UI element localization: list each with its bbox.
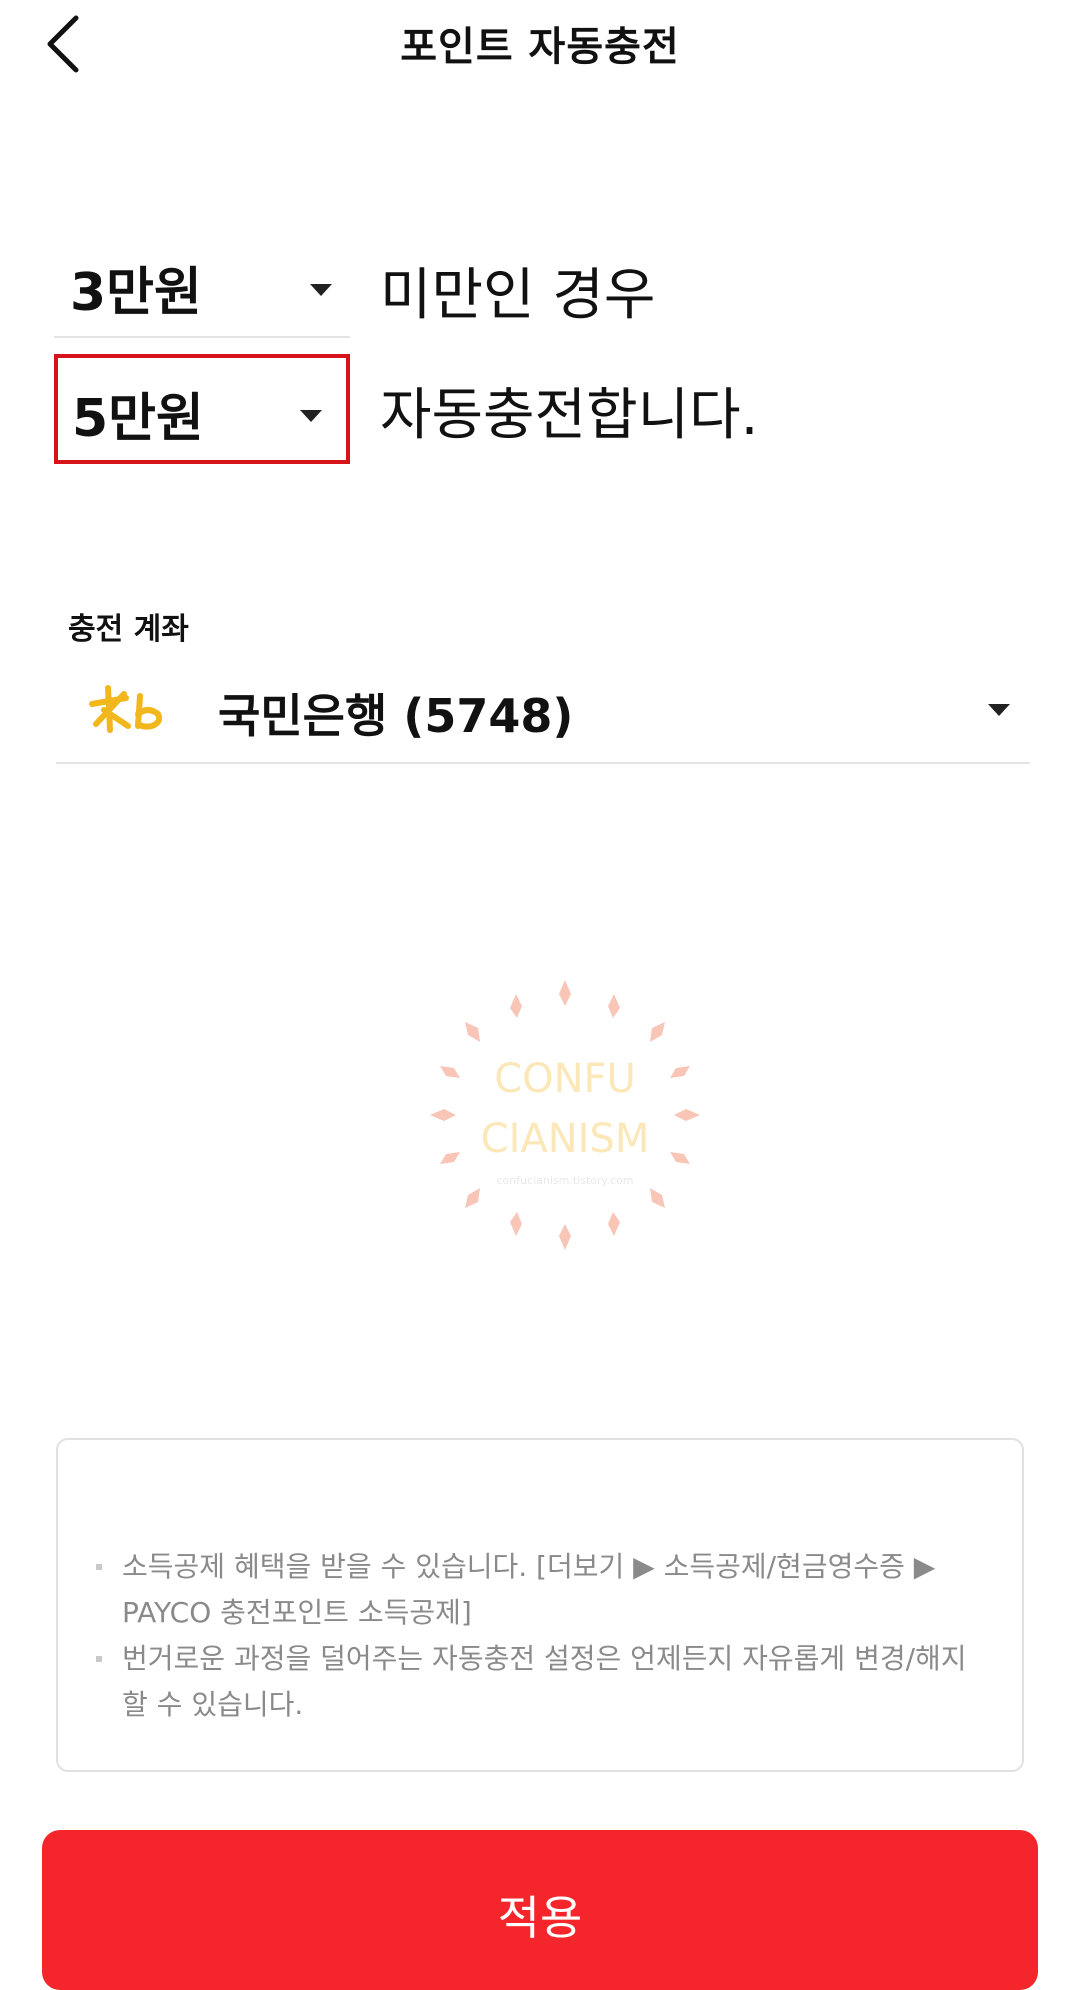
account-dropdown[interactable]: 국민은행 (5748) bbox=[56, 660, 1030, 764]
charge-amount-dropdown[interactable]: 5만원 bbox=[54, 354, 350, 464]
notice-box: 소득공제 혜택을 받을 수 있습니다. [더보기 ▶ 소득공제/현금영수증 ▶ … bbox=[56, 1438, 1024, 1772]
watermark-logo: CONFU CIANISM confucianism.tistory.com bbox=[430, 980, 700, 1250]
apply-button[interactable]: 적용 bbox=[42, 1830, 1038, 1990]
charge-suffix-text: 자동충전합니다. bbox=[380, 383, 759, 448]
caret-down-icon bbox=[300, 410, 322, 422]
apply-button-label: 적용 bbox=[497, 1891, 583, 1945]
kb-bank-logo bbox=[86, 680, 170, 740]
threshold-suffix-text: 미만인 경우 bbox=[380, 263, 656, 328]
watermark-line1: CONFU bbox=[494, 1056, 636, 1102]
notice-text: 번거로운 과정을 덜어주는 자동충전 설정은 언제든지 자유롭게 변경/해지할 … bbox=[122, 1642, 967, 1721]
watermark-line2: CIANISM bbox=[481, 1116, 650, 1162]
threshold-amount-value: 3만원 bbox=[70, 263, 202, 323]
page-title: 포인트 자동충전 bbox=[400, 24, 680, 70]
header-bar: 포인트 자동충전 bbox=[0, 0, 1080, 90]
caret-down-icon bbox=[310, 284, 332, 296]
account-section-label: 충전 계좌 bbox=[68, 612, 189, 647]
threshold-amount-dropdown[interactable]: 3만원 bbox=[54, 228, 350, 338]
bullet-icon bbox=[96, 1564, 102, 1570]
bullet-icon bbox=[96, 1656, 102, 1662]
notice-list: 소득공제 혜택을 받을 수 있습니다. [더보기 ▶ 소득공제/현금영수증 ▶ … bbox=[96, 1544, 986, 1728]
notice-item: 번거로운 과정을 덜어주는 자동충전 설정은 언제든지 자유롭게 변경/해지할 … bbox=[96, 1636, 986, 1728]
notice-item: 소득공제 혜택을 받을 수 있습니다. [더보기 ▶ 소득공제/현금영수증 ▶ … bbox=[96, 1544, 986, 1636]
charge-amount-value: 5만원 bbox=[72, 389, 204, 449]
caret-down-icon bbox=[988, 704, 1010, 716]
watermark-url: confucianism.tistory.com bbox=[496, 1174, 633, 1187]
threshold-row: 3만원 미만인 경우 bbox=[0, 228, 1080, 338]
account-name: 국민은행 (5748) bbox=[218, 689, 574, 743]
notice-text: 소득공제 혜택을 받을 수 있습니다. [더보기 ▶ 소득공제/현금영수증 ▶ … bbox=[122, 1550, 936, 1629]
charge-row: 5만원 자동충전합니다. bbox=[0, 354, 1080, 464]
